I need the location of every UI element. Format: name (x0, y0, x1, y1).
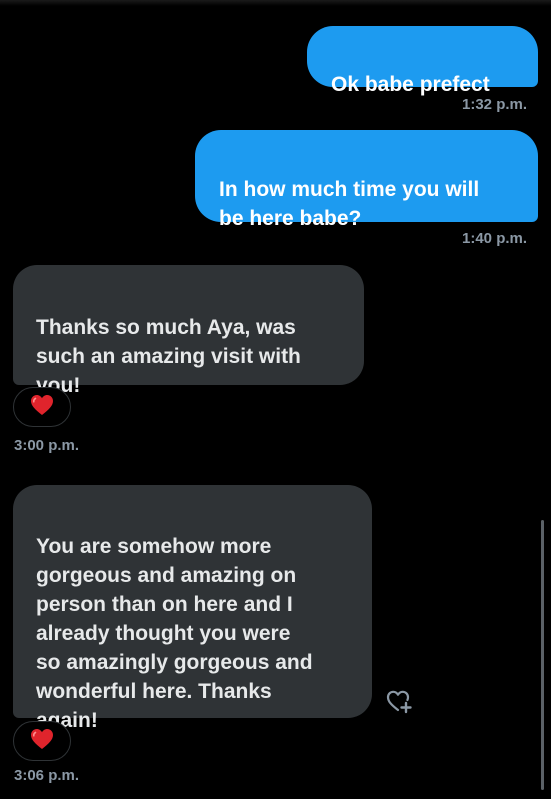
message-text: In how much time you will be here babe? (219, 178, 480, 230)
heart-reaction[interactable] (13, 387, 71, 427)
red-heart-icon (30, 728, 54, 755)
status-bar-edge (0, 0, 551, 6)
heart-reaction[interactable] (13, 721, 71, 761)
received-message-bubble[interactable]: You are somehow more gorgeous and amazin… (13, 485, 372, 732)
message-timestamp: 1:32 p.m. (462, 96, 528, 113)
received-message-bubble[interactable]: Thanks so much Aya, was such an amazing … (13, 265, 364, 397)
message-timestamp: 3:06 p.m. (14, 767, 80, 784)
message-text: Thanks so much Aya, was such an amazing … (36, 316, 301, 397)
message-text: Ok babe prefect (331, 73, 490, 96)
sent-message-bubble[interactable]: Ok babe prefect (307, 26, 538, 96)
add-reaction-button[interactable] (384, 688, 414, 718)
message-timestamp: 3:00 p.m. (14, 437, 80, 454)
heart-plus-icon (385, 687, 413, 720)
scrollbar[interactable] (541, 520, 544, 790)
message-timestamp: 1:40 p.m. (462, 230, 528, 247)
red-heart-icon (30, 394, 54, 421)
message-text: You are somehow more gorgeous and amazin… (36, 535, 313, 732)
sent-message-bubble[interactable]: In how much time you will be here babe? (195, 130, 538, 230)
